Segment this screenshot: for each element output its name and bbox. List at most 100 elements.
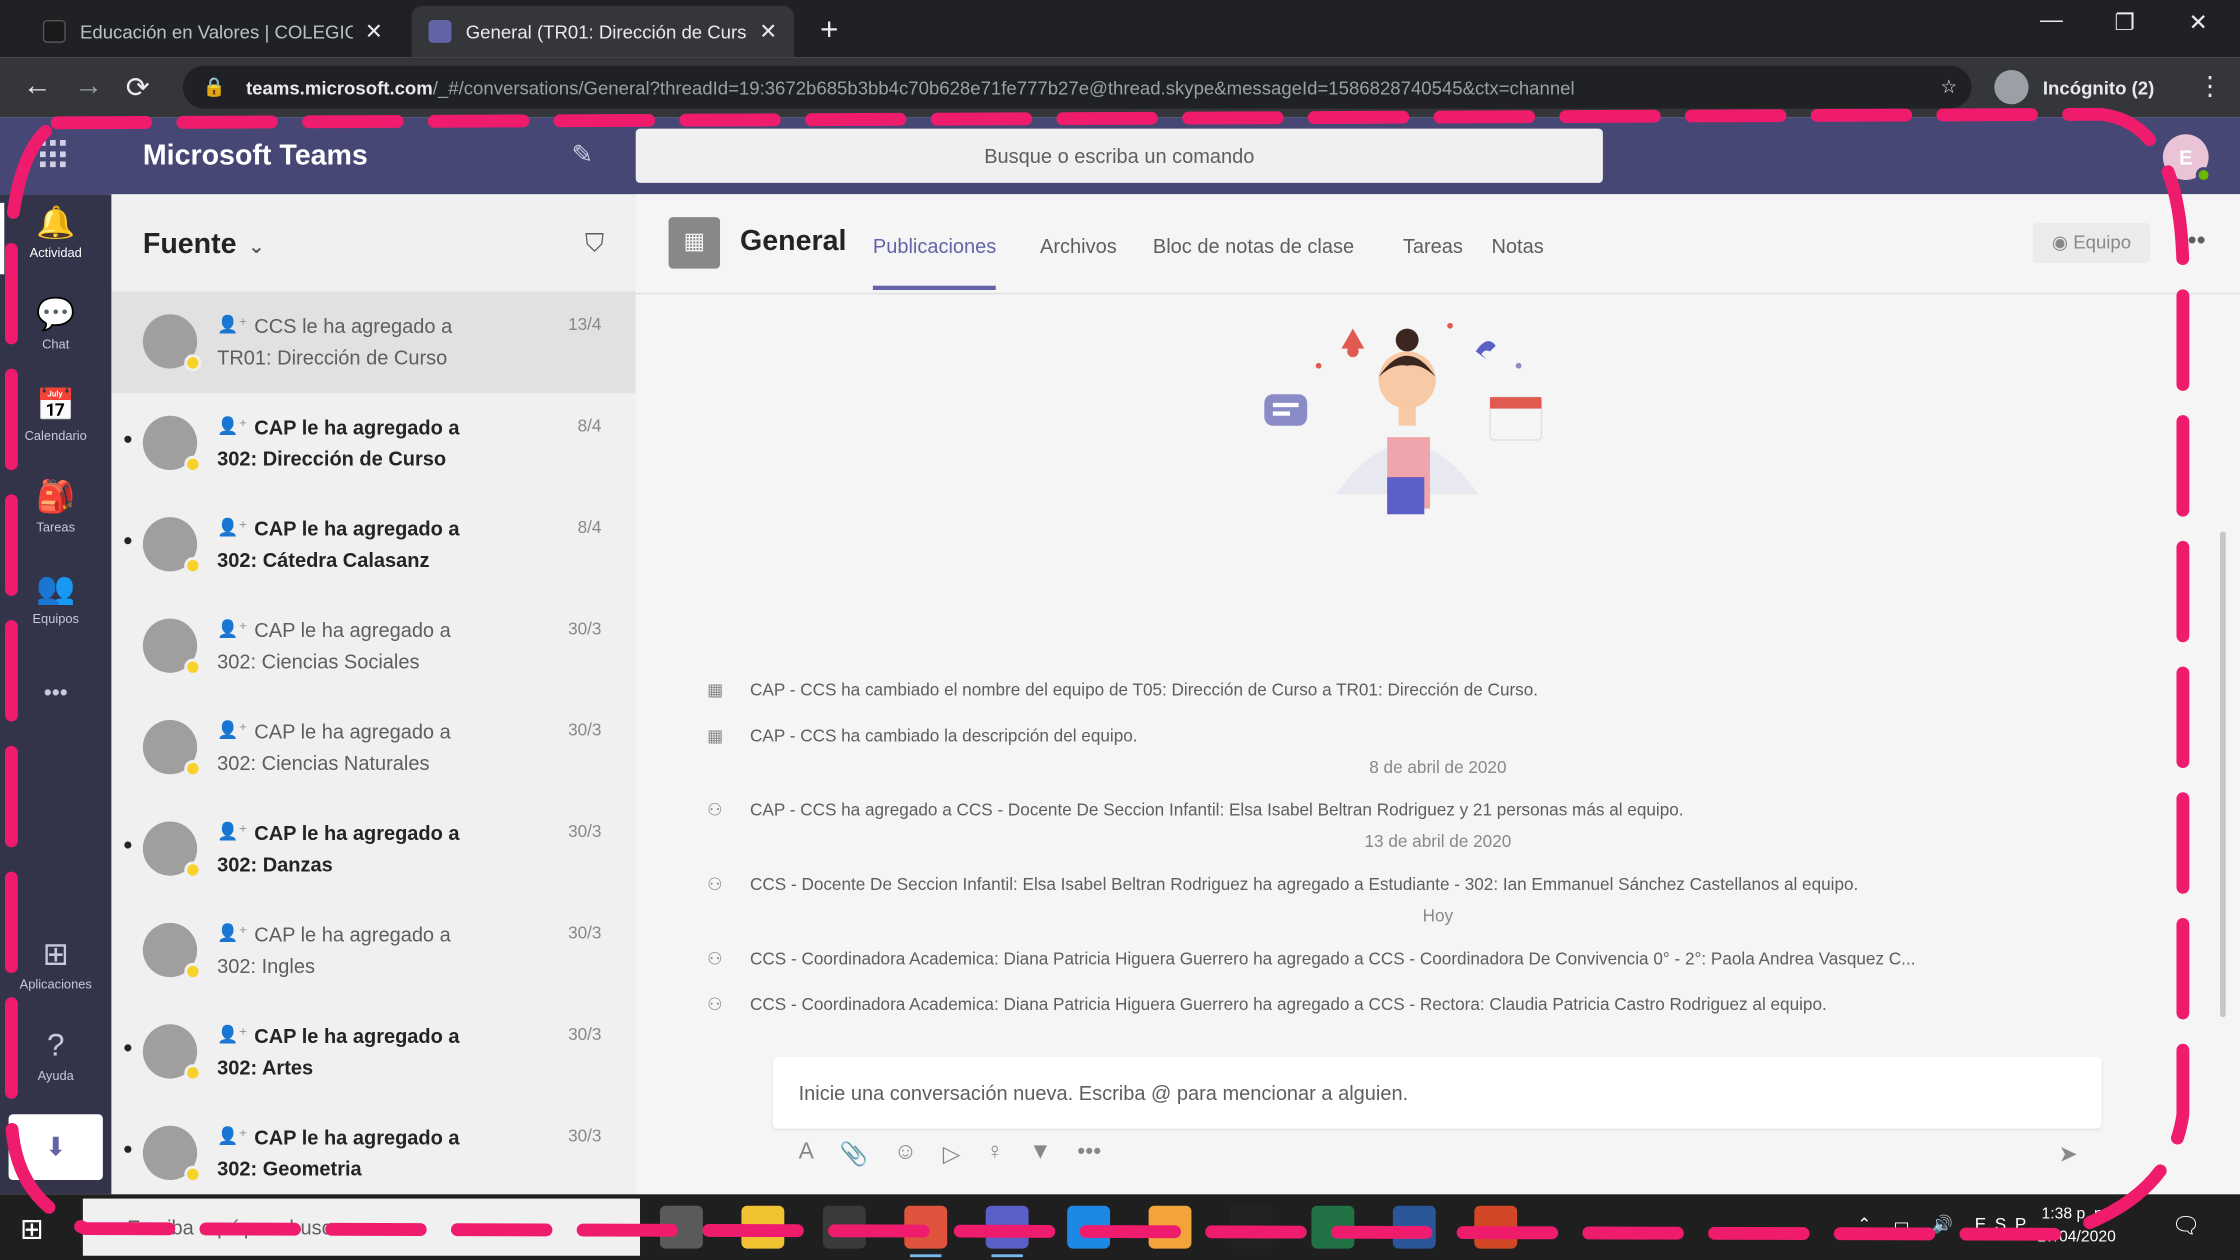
url-domain: teams.microsoft.com [245, 76, 433, 98]
system-tray[interactable]: ⌃ ▭ 🔊 ESP [1857, 1214, 2035, 1234]
new-tab-button[interactable]: + [820, 11, 838, 48]
close-tab-icon[interactable]: ✕ [365, 19, 383, 44]
format-icon[interactable]: A [799, 1140, 814, 1174]
forward-icon[interactable]: → [74, 70, 103, 103]
add-member-icon: ⚇ [707, 874, 723, 895]
tab-posts[interactable]: Publicaciones [872, 234, 997, 291]
command-search-input[interactable]: Busque o escriba un comando [635, 128, 1603, 183]
rail-item-assignments[interactable]: 🎒 Tareas [0, 469, 111, 555]
presence-away-icon [184, 455, 202, 473]
browser-tab-active[interactable]: General (TR01: Dirección de Curso) ✕ [411, 5, 795, 58]
tab-files[interactable]: Archivos [1040, 234, 1117, 257]
feed-item[interactable]: 👤⁺ CAP le ha agregado a 302: Danzas 30/3 [111, 799, 635, 900]
incognito-profile[interactable]: Incógnito (2) [1994, 69, 2154, 106]
feed-item[interactable]: 👤⁺ CAP le ha agregado a 302: Artes 30/3 [111, 1001, 635, 1102]
taskbar-search-input[interactable]: ⌕ Escriba aquí para buscar [82, 1198, 641, 1256]
feed-title-dropdown[interactable]: Fuente ⌄ [143, 229, 265, 262]
feed-item[interactable]: 👤⁺ CAP le ha agregado a 302: Ingles 30/3 [111, 900, 635, 1001]
feed-item-line1: CAP le ha agregado a [254, 821, 460, 845]
send-icon[interactable]: ➤ [2059, 1140, 2078, 1169]
rail-item-activity[interactable]: 🔔 Actividad [0, 194, 111, 280]
incognito-label: Incógnito (2) [2042, 76, 2155, 98]
member-added-icon: 👤⁺ [217, 517, 248, 538]
gif-icon[interactable]: ▷ [943, 1140, 961, 1174]
browser-tab[interactable]: Educación en Valores | COLEGIO ✕ [26, 6, 400, 57]
activity-feed: Fuente ⌄ ⛉ 👤⁺ CCS le ha agregado a TR01: Di… [111, 194, 636, 1195]
praise-icon[interactable]: ♀ [986, 1140, 1003, 1174]
app-launcher-icon[interactable] [40, 140, 69, 169]
tab-grades[interactable]: Notas [1491, 234, 1543, 257]
feed-item[interactable]: 👤⁺ CCS le ha agregado a TR01: Dirección de… [111, 291, 636, 393]
team-button[interactable]: ◉ Equipo [2032, 222, 2151, 263]
system-message-text: CCS - Coordinadora Academica: Diana Patr… [750, 948, 1916, 969]
rail-item-help[interactable]: ? Ayuda [0, 1017, 111, 1103]
avatar[interactable]: E [2162, 134, 2212, 183]
more-options-icon[interactable]: ••• [2179, 226, 2206, 256]
camera-icon[interactable] [1230, 1205, 1273, 1249]
task-view-icon[interactable] [660, 1205, 703, 1249]
word-icon[interactable] [1392, 1205, 1436, 1249]
new-chat-icon[interactable]: ✎ [571, 140, 593, 170]
store-icon[interactable] [822, 1205, 866, 1249]
team-icon: ▦ [668, 217, 721, 269]
url-path: /_#/conversations/General?threadId=19:36… [432, 76, 1575, 98]
powerpoint-icon[interactable] [1474, 1205, 1518, 1249]
address-bar[interactable]: 🔒 teams.microsoft.com /_#/conversations/… [182, 65, 1972, 109]
feed-item-date: 8/4 [577, 517, 602, 538]
feed-item-line2: 302: Geometria [217, 1157, 362, 1181]
taskbar-clock[interactable]: 1:38 p. m. 17/04/2020 [2037, 1203, 2116, 1249]
paint-icon[interactable] [1148, 1205, 1192, 1249]
browser-menu-icon[interactable]: ⋮ [2197, 71, 2223, 101]
presence-available-icon [2195, 167, 2212, 183]
team-icon: ▦ [707, 680, 724, 701]
feed-item[interactable]: 👤⁺ CAP le ha agregado a 302: Cátedra Calas… [111, 494, 635, 595]
file-explorer-icon[interactable] [741, 1205, 785, 1249]
avatar [142, 821, 202, 879]
new-conversation-input[interactable]: Inicie una conversación nueva. Escriba @… [772, 1057, 2102, 1129]
clock-time: 1:38 p. m. [2041, 1205, 2112, 1223]
rail-item-chat[interactable]: 💬 Chat [0, 286, 111, 372]
tab-assignments[interactable]: Tareas [1403, 234, 1463, 257]
member-added-icon: 👤⁺ [217, 922, 248, 943]
bookmark-star-icon[interactable]: ☆ [1941, 76, 1958, 99]
download-app-button[interactable]: ⬇ [8, 1114, 103, 1181]
feed-item[interactable]: 👤⁺ CAP le ha agregado a 302: Ciencias Natu… [111, 697, 635, 798]
feed-item-date: 30/3 [568, 720, 602, 741]
rail-item-more[interactable]: ••• [0, 666, 111, 752]
feed-item-date: 30/3 [568, 1125, 602, 1146]
more-icon[interactable]: ••• [1077, 1140, 1101, 1174]
excel-icon[interactable] [1311, 1205, 1355, 1249]
teams-app-icon[interactable] [985, 1205, 1029, 1258]
scrollbar[interactable] [2220, 531, 2226, 1018]
add-member-icon: ⚇ [707, 994, 723, 1015]
notifications-icon[interactable]: 🗨 [2171, 1211, 2200, 1240]
close-window-icon[interactable]: ✕ [2189, 9, 2208, 38]
edge-icon[interactable] [1067, 1205, 1111, 1249]
meet-icon[interactable]: ▼ [1029, 1140, 1052, 1174]
system-message: ⚇ CCS - Coordinadora Academica: Diana Pat… [707, 994, 2150, 1025]
minimize-icon[interactable]: — [2040, 9, 2063, 35]
feed-item[interactable]: 👤⁺ CAP le ha agregado a 302: Ciencias Soci… [111, 596, 635, 697]
chrome-icon[interactable] [904, 1205, 948, 1258]
avatar [142, 1125, 202, 1183]
tab-class-notebook[interactable]: Bloc de notas de clase [1153, 234, 1354, 257]
rail-item-teams[interactable]: 👥 Equipos [0, 560, 111, 646]
attach-icon[interactable]: 📎 [840, 1140, 868, 1174]
feed-item-line1: CAP le ha agregado a [254, 517, 460, 541]
windows-start-icon[interactable]: ⊞ [20, 1211, 44, 1247]
rail-item-calendar[interactable]: 📅 Calendario [0, 377, 111, 463]
feed-item[interactable]: 👤⁺ CAP le ha agregado a 302: Geometria 30/3 [111, 1103, 635, 1194]
feed-item[interactable]: 👤⁺ CAP le ha agregado a 302: Dirección de … [111, 393, 635, 494]
reload-icon[interactable]: ⟳ [126, 70, 150, 106]
system-message-text: CCS - Coordinadora Academica: Diana Patr… [750, 994, 1827, 1015]
presence-away-icon [184, 354, 202, 372]
avatar [142, 618, 202, 676]
avatar [142, 922, 202, 981]
restore-icon[interactable]: ❐ [2114, 9, 2134, 38]
rail-item-apps[interactable]: ⊞ Aplicaciones [0, 926, 111, 1012]
presence-away-icon [184, 658, 202, 676]
close-tab-icon[interactable]: ✕ [759, 19, 777, 44]
filter-icon[interactable]: ⛉ [585, 229, 604, 259]
emoji-icon[interactable]: ☺ [894, 1140, 917, 1174]
back-icon[interactable]: ← [23, 70, 52, 103]
